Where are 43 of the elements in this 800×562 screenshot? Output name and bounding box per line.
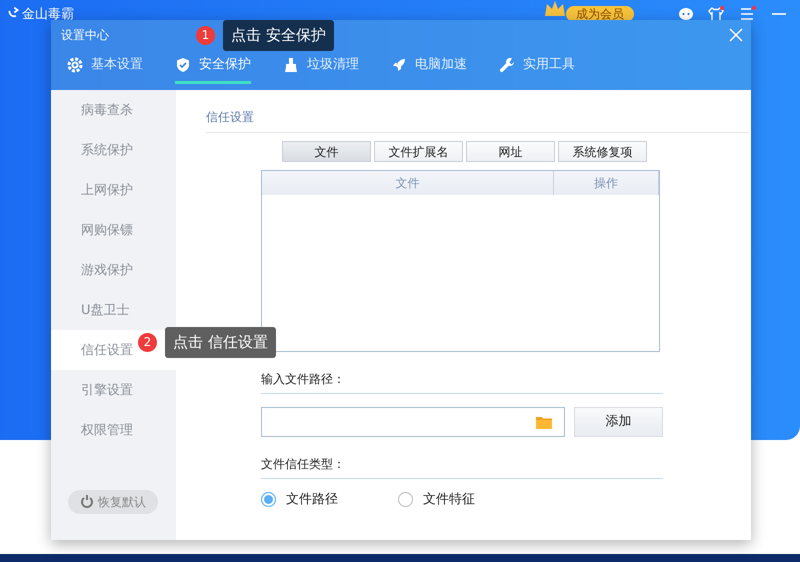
sidebar-item[interactable]: 引擎设置	[51, 370, 176, 410]
tab[interactable]: 垃圾清理	[283, 55, 359, 84]
sidebar-item[interactable]: 系统保护	[51, 130, 176, 170]
tab[interactable]: 实用工具	[499, 55, 575, 84]
dialog-title: 设置中心	[61, 27, 109, 44]
radio-option[interactable]: 文件特征	[398, 490, 475, 510]
filter-tab[interactable]: 网址	[466, 141, 555, 162]
callout-tooltip: 点击 安全保护	[223, 20, 334, 50]
app-title: 金山毒霸	[22, 6, 74, 24]
filter-tab[interactable]: 系统修复项	[558, 141, 647, 162]
radio-option[interactable]: 文件路径	[261, 490, 338, 510]
logo-icon	[7, 6, 20, 19]
menu-icon	[740, 6, 756, 22]
wrench-icon	[499, 56, 515, 73]
folder-icon	[536, 415, 552, 429]
column-header: 操作	[554, 171, 659, 195]
crown-icon	[544, 0, 566, 18]
shirt-icon	[708, 6, 724, 22]
sidebar-item[interactable]: 权限管理	[51, 410, 176, 450]
chat-icon	[678, 6, 694, 22]
filter-tab[interactable]: 文件扩展名	[374, 141, 463, 162]
column-header: 文件	[262, 171, 554, 195]
tab[interactable]: 安全保护	[175, 55, 251, 84]
sidebar-item[interactable]: 网购保镖	[51, 210, 176, 250]
sidebar-item[interactable]: 游戏保护	[51, 250, 176, 290]
section-title: 信任设置	[206, 108, 749, 133]
add-button[interactable]: 添加	[574, 407, 663, 437]
sidebar-item[interactable]: 上网保护	[51, 170, 176, 210]
filter-tab[interactable]: 文件	[282, 141, 371, 162]
gear-icon	[67, 56, 83, 73]
minimize-icon	[772, 13, 786, 15]
sidebar-item[interactable]: 病毒查杀	[51, 90, 176, 130]
sidebar-item[interactable]: U盘卫士	[51, 290, 176, 330]
shield-icon	[175, 56, 191, 73]
broom-icon	[283, 56, 299, 73]
rocket-icon	[391, 56, 407, 73]
path-field[interactable]	[261, 407, 565, 437]
tab[interactable]: 电脑加速	[391, 55, 467, 84]
tab[interactable]: 基本设置	[67, 55, 143, 84]
close-icon[interactable]	[729, 28, 743, 42]
callout-tooltip: 点击 信任设置	[165, 327, 276, 358]
reset-button[interactable]: 恢复默认	[68, 490, 158, 514]
field-label: 文件信任类型：	[261, 437, 663, 479]
